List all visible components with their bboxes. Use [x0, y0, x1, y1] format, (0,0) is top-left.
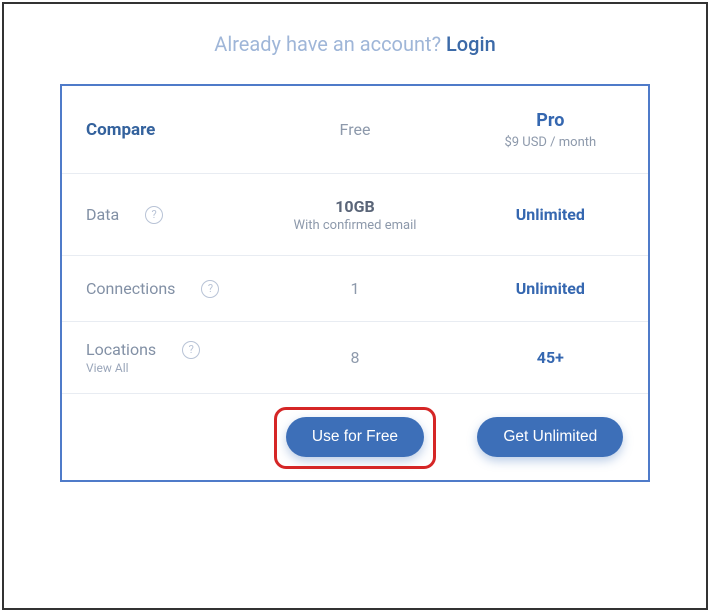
help-icon[interactable]: ? — [182, 341, 200, 359]
locations-label: Locations — [86, 340, 156, 359]
help-icon[interactable]: ? — [145, 206, 163, 224]
cell-free-header: Free — [257, 86, 452, 173]
screenshot-frame: Already have an account? Login Compare F… — [2, 2, 708, 610]
login-link[interactable]: Login — [446, 32, 496, 56]
row-cta: Use for Free Get Unlimited — [62, 394, 648, 480]
cell-connections-free: 1 — [257, 256, 452, 321]
login-prompt: Already have an account? — [214, 32, 446, 56]
cell-data-pro: Unlimited — [453, 174, 648, 255]
pro-header: Pro — [536, 110, 564, 131]
login-line: Already have an account? Login — [4, 4, 706, 84]
cell-pro-header: Pro $9 USD / month — [453, 86, 648, 173]
cell-connections-label: Connections ? — [62, 256, 257, 321]
row-data: Data ? 10GB With confirmed email Unlimit… — [62, 174, 648, 256]
help-icon[interactable]: ? — [201, 280, 219, 298]
locations-pro-value: 45+ — [537, 348, 564, 367]
cell-data-label: Data ? — [62, 174, 257, 255]
use-for-free-button[interactable]: Use for Free — [286, 417, 424, 457]
connections-free-value: 1 — [350, 279, 359, 298]
pro-price: $9 USD / month — [504, 135, 596, 150]
view-all-link[interactable]: View All — [86, 361, 129, 375]
data-free-value: 10GB — [335, 197, 374, 216]
get-unlimited-button[interactable]: Get Unlimited — [477, 417, 623, 457]
cell-locations-pro: 45+ — [453, 322, 648, 393]
cell-cta-free: Use for Free — [257, 394, 452, 480]
locations-free-value: 8 — [350, 348, 359, 367]
connections-label: Connections — [86, 279, 175, 298]
free-header: Free — [340, 120, 371, 139]
cell-cta-blank — [62, 394, 257, 480]
highlight-wrapper: Use for Free — [286, 417, 424, 457]
row-header: Compare Free Pro $9 USD / month — [62, 86, 648, 174]
compare-table: Compare Free Pro $9 USD / month Data ? 1… — [60, 84, 650, 482]
data-free-sub: With confirmed email — [294, 218, 417, 233]
connections-pro-value: Unlimited — [516, 279, 585, 298]
cell-data-free: 10GB With confirmed email — [257, 174, 452, 255]
data-pro-value: Unlimited — [516, 205, 585, 224]
cell-compare-header: Compare — [62, 86, 257, 173]
compare-label: Compare — [86, 120, 155, 140]
cell-locations-free: 8 — [257, 322, 452, 393]
cell-locations-label: Locations ? View All — [62, 322, 257, 393]
cell-cta-pro: Get Unlimited — [453, 394, 648, 480]
data-label: Data — [86, 205, 119, 224]
row-connections: Connections ? 1 Unlimited — [62, 256, 648, 322]
row-locations: Locations ? View All 8 45+ — [62, 322, 648, 394]
cell-connections-pro: Unlimited — [453, 256, 648, 321]
